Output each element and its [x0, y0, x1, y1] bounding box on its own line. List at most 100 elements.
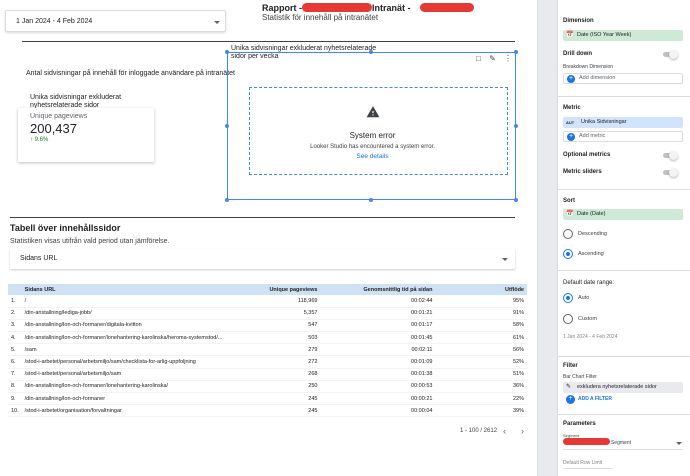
report-title-suffix: Intranät -	[372, 3, 411, 13]
scorecard-value: 200,437	[30, 121, 77, 136]
report-subtitle: Statistik för innehåll på intranätet	[262, 13, 379, 22]
url-filter-dropdown[interactable]: Sidans URL	[10, 249, 515, 269]
row-limit-underline	[563, 468, 613, 469]
row-exit: 22%	[435, 392, 527, 406]
properties-panel: Dimension 📅 Date (ISO Year Week) Drill d…	[557, 0, 690, 476]
custom-radio[interactable]	[563, 314, 573, 324]
dimension-heading: Dimension	[563, 18, 594, 24]
row-exit: 52%	[435, 355, 527, 369]
ascending-radio[interactable]	[563, 249, 573, 259]
resize-handle[interactable]	[514, 50, 518, 54]
row-index: 1.	[8, 295, 22, 308]
add-metric-button[interactable]: + Add metric	[563, 131, 683, 142]
row-views: 245	[225, 404, 321, 418]
row-exit: 39%	[435, 404, 527, 418]
row-url: /stod-i-arbetet/personal/arbetsmiljo/sam	[21, 368, 226, 381]
redaction-mark	[302, 3, 372, 12]
row-url: /din-anstallning/lon-och-formaner/loneha…	[21, 331, 226, 345]
row-time: 00:01:09	[320, 355, 436, 369]
panel-divider	[558, 414, 690, 415]
table-row[interactable]: 5./sam 279 00:02:11 56%	[8, 343, 527, 357]
table-row[interactable]: 1./118,969 00:02:44 95%	[8, 295, 527, 308]
scorecard-delta: ↑ 9.6%	[30, 137, 49, 143]
chevron-right-icon[interactable]: ›	[521, 426, 524, 436]
row-views: 503	[225, 331, 321, 345]
report-canvas: 1 Jan 2024 - 4 Feb 2024 Rapport - Intran…	[0, 0, 537, 476]
table-row[interactable]: 6./stod-i-arbetet/personal/arbetsmiljo/s…	[8, 355, 527, 369]
resize-handle[interactable]	[514, 198, 518, 202]
resize-handle[interactable]	[225, 50, 229, 54]
ascending-label: Ascending	[578, 251, 604, 257]
table-row[interactable]: 8./din-anstallning/lon-och-formaner/lone…	[8, 380, 527, 394]
see-details-link[interactable]: See details	[300, 153, 445, 160]
redaction-mark	[563, 438, 610, 445]
scorecard[interactable]: Unique pageviews 200,437 ↑ 9.6%	[18, 108, 154, 162]
row-index: 10.	[8, 404, 22, 418]
row-index: 6.	[8, 355, 22, 369]
auto-radio[interactable]	[563, 293, 573, 303]
date-range-picker[interactable]: 1 Jan 2024 - 4 Feb 2024	[5, 10, 226, 32]
metric-sliders-label: Metric sliders	[563, 169, 602, 175]
row-index: 7.	[8, 368, 22, 381]
table-row[interactable]: 3./din-anstallning/lon-och-formaner/digi…	[8, 319, 527, 333]
filter-chip[interactable]: ✎ exkludera nyhetsrelaterade sidor	[563, 382, 683, 393]
row-views: 245	[225, 392, 321, 406]
table-row[interactable]: 7./stod-i-arbetet/personal/arbetsmiljo/s…	[8, 368, 527, 381]
plus-icon[interactable]: +	[566, 395, 575, 404]
row-exit: 61%	[435, 331, 527, 345]
plus-icon: +	[567, 75, 575, 83]
resize-handle[interactable]	[369, 198, 373, 202]
table-row[interactable]: 9./din-anstallning/lon-och-formaner 245 00…	[8, 392, 527, 406]
row-views: 272	[225, 355, 321, 369]
column-header-time[interactable]: Genomsnittlig tid på sidan	[320, 284, 436, 295]
row-views: 279	[225, 343, 321, 357]
row-time: 00:02:11	[320, 343, 436, 357]
row-time: 00:02:44	[320, 295, 436, 308]
index-header	[8, 284, 22, 295]
table-section-title: Tabell över innehållssidor	[10, 223, 121, 233]
drill-down-toggle[interactable]	[663, 50, 678, 59]
edit-icon[interactable]: □	[476, 54, 481, 63]
report-title-prefix: Rapport -	[262, 3, 302, 13]
column-header-views[interactable]: Unique pageviews	[225, 284, 321, 295]
dimension-chip[interactable]: 📅 Date (ISO Year Week)	[563, 30, 683, 41]
table-row[interactable]: 4./din-anstallning/lon-och-formaner/lone…	[8, 331, 527, 345]
redaction-mark	[420, 3, 474, 12]
row-index: 9.	[8, 392, 22, 406]
optional-metrics-toggle[interactable]	[663, 151, 678, 160]
column-header-exit[interactable]: Utflöde	[435, 284, 527, 295]
panel-divider	[558, 356, 690, 357]
row-time: 00:01:21	[320, 307, 436, 320]
segment-value[interactable]: Segment	[611, 440, 631, 446]
row-time: 00:00:04	[320, 404, 436, 418]
add-dimension-button[interactable]: + Add dimension	[563, 73, 683, 84]
resize-handle[interactable]	[225, 198, 229, 202]
row-url: /sam	[21, 343, 226, 357]
resize-handle[interactable]	[225, 124, 229, 128]
column-header-url[interactable]: Sidans URL	[21, 284, 226, 295]
row-index: 4.	[8, 331, 22, 345]
chevron-down-icon	[676, 442, 682, 445]
chart-toolbar: □ ✎ ⋮	[476, 54, 512, 63]
metric-chip[interactable]: AUT Unika Sidvisningar	[563, 117, 683, 128]
table-row[interactable]: 10./stod-i-arbetet/organisation/forvaltn…	[8, 404, 527, 418]
pencil-icon[interactable]: ✎	[489, 54, 496, 63]
table-row[interactable]: 2./din-anstallning/lediga-jobb/5,357 00:0…	[8, 307, 527, 320]
descending-radio[interactable]	[563, 229, 573, 239]
calendar-icon: 📅	[566, 211, 574, 217]
parameters-heading: Parameters	[563, 421, 596, 427]
add-metric-label: Add metric	[579, 133, 606, 139]
metric-sliders-toggle[interactable]	[663, 168, 678, 177]
more-vert-icon[interactable]: ⋮	[504, 54, 512, 63]
filter-chip-label: exkludera nyhetsrelaterade sidor	[577, 384, 657, 390]
add-filter-button[interactable]: ADD A FILTER	[578, 396, 612, 402]
row-url: /stod-i-arbetet/organisation/forvaltning…	[21, 404, 226, 418]
drill-down-label: Drill down	[563, 51, 592, 57]
chevron-left-icon[interactable]: ‹	[503, 426, 506, 436]
resize-handle[interactable]	[369, 50, 373, 54]
date-range-note: 1 Jan 2024 - 4 Feb 2024	[563, 334, 618, 340]
sort-chip[interactable]: 📅 Date (Date)	[563, 209, 683, 220]
scorecard-metric-label: Unique pageviews	[30, 113, 88, 120]
resize-handle[interactable]	[514, 124, 518, 128]
auto-label: Auto	[578, 295, 590, 301]
